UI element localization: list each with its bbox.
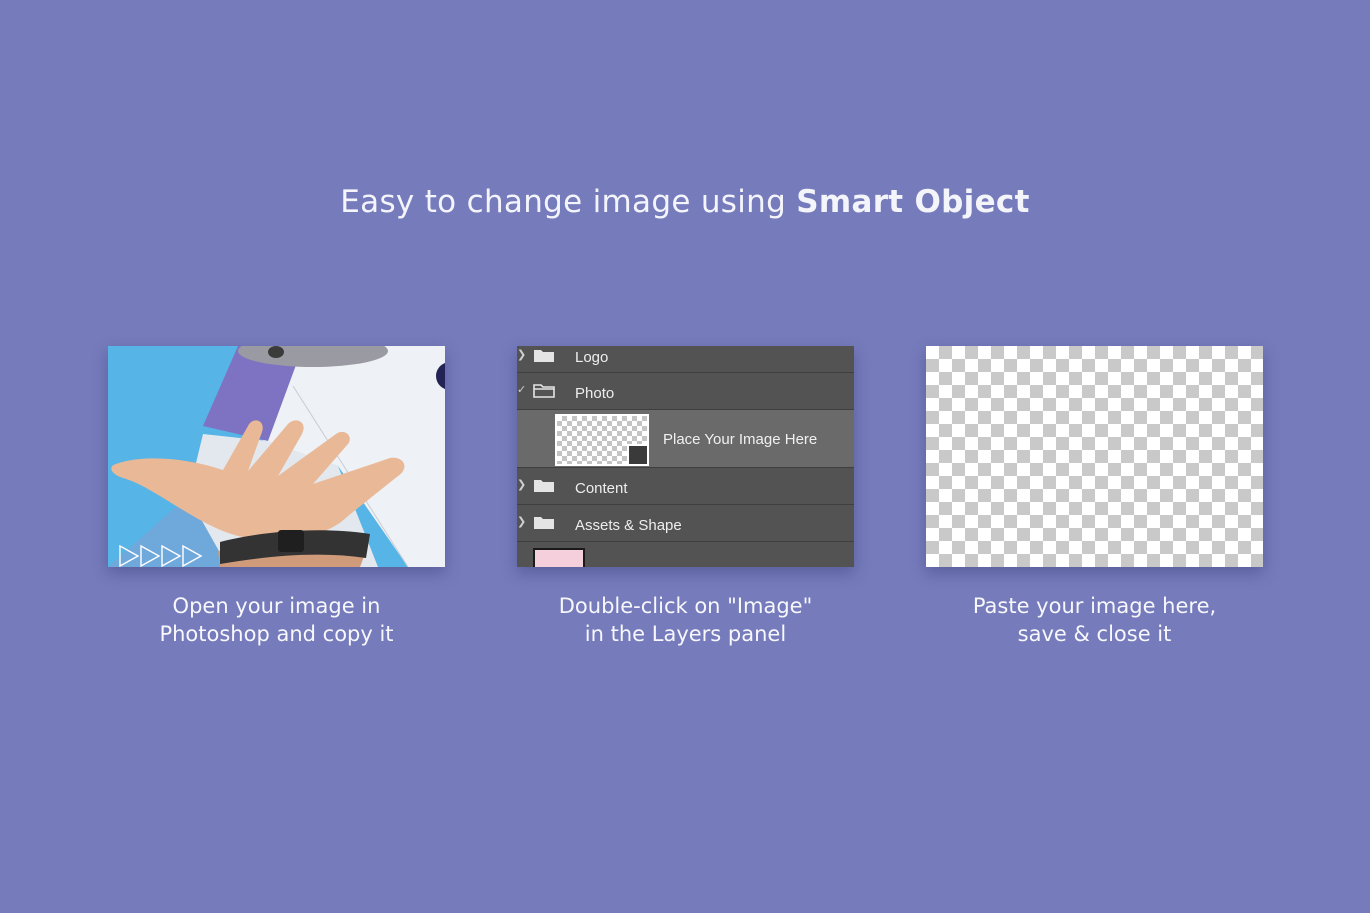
layer-row-smart-object[interactable]: Place Your Image Here [517,410,854,468]
folder-icon [534,480,554,492]
caption-line: in the Layers panel [584,622,787,646]
chevron-right-icon[interactable]: ❯ [517,515,526,528]
folder-open-icon [533,384,555,398]
sample-photo-card [108,346,445,567]
step-caption-2: Double-click on "Image" in the Layers pa… [517,592,854,648]
step-caption-3: Paste your image here, save & close it [926,592,1263,648]
layers-panel: ❯ Logo ✓ Photo Place Your Image Here ❯ C… [517,346,854,567]
layer-label: Assets & Shape [575,517,682,534]
caption-line: Paste your image here, [972,594,1217,618]
layer-row-logo[interactable]: ❯ Logo [517,346,854,373]
caption-line: save & close it [1017,622,1172,646]
folder-icon [534,350,554,362]
caption-line: Double-click on "Image" [558,594,813,618]
transparent-canvas[interactable] [926,346,1263,567]
layer-row-assets[interactable]: ❯ Assets & Shape [517,505,854,542]
chevron-right-icon[interactable]: ❯ [517,348,526,361]
folder-icon [534,517,554,529]
layer-label: Content [575,480,628,497]
sample-photo-illustration [108,346,445,567]
chevron-right-icon[interactable]: ❯ [517,478,526,491]
layer-row-photo[interactable]: ✓ Photo [517,373,854,410]
smart-object-thumbnail[interactable] [555,414,649,466]
chevron-down-icon[interactable]: ✓ [517,383,526,396]
step-caption-1: Open your image in Photoshop and copy it [108,592,445,648]
layer-label: Photo [575,385,615,402]
caption-line: Open your image in [172,594,381,618]
layer-label: Place Your Image Here [663,431,818,448]
caption-line: Photoshop and copy it [159,622,394,646]
layer-label: Logo [575,349,609,366]
layer-thumbnail [533,548,585,567]
layer-row-content[interactable]: ❯ Content [517,468,854,505]
layer-row-background[interactable] [517,542,854,567]
page-headline: Easy to change image using Smart Object [0,184,1370,220]
headline-text: Easy to change image using [340,184,797,220]
smart-object-icon [627,444,647,464]
headline-emphasis: Smart Object [796,184,1030,220]
